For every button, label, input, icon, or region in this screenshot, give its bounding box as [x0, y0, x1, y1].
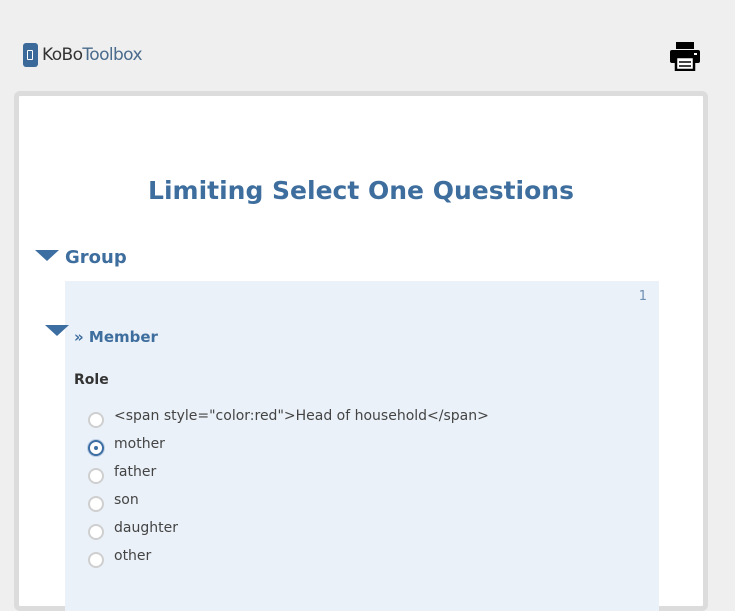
- repeat-instance: 1 » Member Role <span style="color:red">…: [45, 281, 659, 611]
- option-label: son: [114, 492, 139, 508]
- form-paper: Limiting Select One Questions Group 1 » …: [14, 91, 708, 611]
- group-collapse-toggle-icon[interactable]: [35, 250, 59, 261]
- group-title: Group: [65, 247, 127, 268]
- printer-icon: [670, 42, 700, 72]
- option-label: mother: [114, 436, 165, 452]
- radio-button[interactable]: [88, 412, 104, 428]
- form-title: Limiting Select One Questions: [148, 176, 574, 205]
- logo-mark-icon: [23, 43, 38, 67]
- repeat-number: 1: [638, 289, 647, 304]
- option-head-of-household[interactable]: <span style="color:red">Head of househol…: [88, 405, 489, 433]
- radio-button[interactable]: [88, 468, 104, 484]
- option-label: other: [114, 548, 152, 564]
- option-daughter[interactable]: daughter: [88, 517, 489, 545]
- option-father[interactable]: father: [88, 461, 489, 489]
- option-label: <span style="color:red">Head of househol…: [114, 408, 489, 424]
- option-label: father: [114, 464, 157, 480]
- role-options: <span style="color:red">Head of househol…: [88, 405, 489, 573]
- logo-text-primary: KoBo: [42, 45, 83, 65]
- radio-button[interactable]: [88, 524, 104, 540]
- radio-button-selected[interactable]: [88, 440, 104, 456]
- repeat-collapse-toggle-icon[interactable]: [45, 325, 69, 336]
- option-son[interactable]: son: [88, 489, 489, 517]
- repeat-title: » Member: [74, 328, 158, 346]
- app-header: KoBoToolbox: [0, 0, 735, 92]
- kobotoolbox-logo[interactable]: KoBoToolbox: [23, 43, 143, 67]
- option-label: daughter: [114, 520, 178, 536]
- radio-button[interactable]: [88, 496, 104, 512]
- option-mother[interactable]: mother: [88, 433, 489, 461]
- question-label-role: Role: [74, 372, 109, 388]
- logo-text-secondary: Toolbox: [82, 45, 142, 65]
- print-button[interactable]: [668, 41, 702, 72]
- option-other[interactable]: other: [88, 545, 489, 573]
- radio-button[interactable]: [88, 552, 104, 568]
